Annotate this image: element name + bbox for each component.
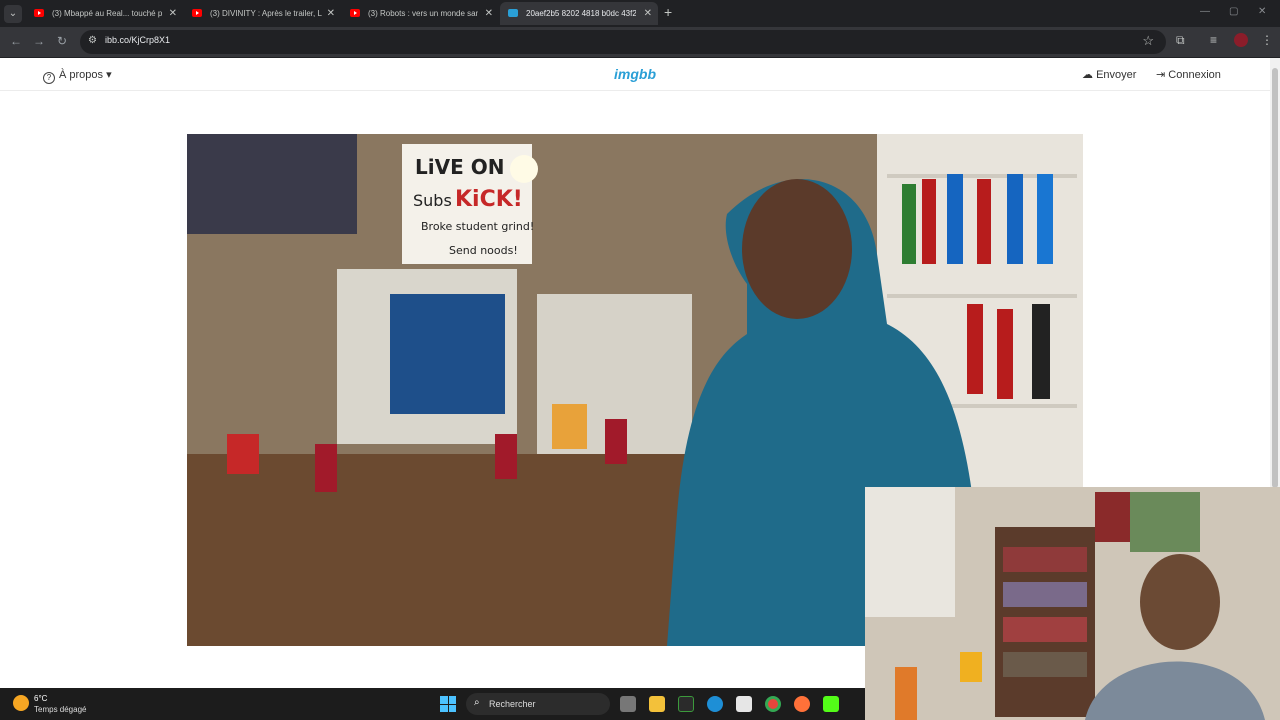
upload-button[interactable]: ☁ Envoyer [1082,68,1136,81]
about-label: À propos [59,69,104,81]
close-tab-icon[interactable]: ✕ [169,2,177,25]
search-icon: ⌕ [474,697,480,708]
window [865,487,955,617]
tab-divinity[interactable]: (3) DIVINITY : Après le trailer, L ✕ [184,2,341,25]
search-placeholder: Rechercher [489,699,536,709]
extensions-icon[interactable]: ⧉ [1176,33,1185,48]
bottle [895,667,917,720]
youtube-icon [34,9,44,17]
maximize-icon[interactable]: ▢ [1229,6,1238,17]
login-label: Connexion [1168,69,1221,81]
forward-icon[interactable]: → [33,34,45,48]
streamer-face [1140,554,1220,650]
youtube-icon [350,9,360,17]
tab-label: 20aef2b5 8202 4818 b0dc 43f2 [526,9,636,18]
taskbar-search[interactable]: ⌕ Rechercher [466,693,610,715]
can [495,434,517,479]
weather-temperature: 6°C [34,694,48,703]
file-explorer-icon[interactable] [649,696,665,712]
webcam-feed [865,487,1280,720]
task-view-icon[interactable] [620,696,636,712]
sign-text-5: Send noods! [449,244,518,257]
cloud-upload-icon: ☁ [1082,69,1093,81]
desk [187,454,707,646]
nvidia-icon[interactable] [678,696,694,712]
about-menu[interactable]: ? À propos ▾ [43,68,112,84]
cup [227,434,259,474]
edge-icon[interactable] [707,696,723,712]
kick-icon[interactable] [823,696,839,712]
close-window-icon[interactable]: ✕ [1258,6,1266,17]
login-button[interactable]: ⇥ Connexion [1156,68,1221,81]
tab-label: (3) DIVINITY : Après le trailer, L [210,9,322,18]
tab-label: (3) Robots : vers un monde san [368,9,478,18]
close-tab-icon[interactable]: ✕ [485,2,493,25]
close-tab-icon[interactable]: ✕ [644,2,652,25]
tab-imgbb[interactable]: 20aef2b5 8202 4818 b0dc 43f2 ✕ [500,2,658,25]
poster [187,134,357,234]
tab-label: (3) Mbappé au Real... touché p [52,9,162,18]
windows-taskbar: 6°C Temps dégagé ⌕ Rechercher [0,688,865,720]
menu-kebab-icon[interactable]: ⋮ [1261,33,1273,47]
browser-toolbar: ← → ↻ ⚙ ibb.co/KjCrp8X1 ☆ ⧉ ≡ ⋮ [0,27,1280,57]
can [605,419,627,464]
imgbb-logo[interactable]: imgbb [614,66,656,82]
crt-screen [390,294,505,414]
sign-text-1: LiVE ON [415,155,504,179]
sign-text-4: Broke student grind! [421,220,534,233]
light-bulb [510,155,538,183]
sign-text-2: Subs [413,191,452,210]
bookmark-star-icon[interactable]: ☆ [1142,33,1154,49]
windows-start-icon[interactable] [440,696,456,712]
webcam-overlay [865,487,1280,720]
weather-description: Temps dégagé [34,705,87,714]
chrome-icon[interactable] [765,696,781,712]
site-settings-icon[interactable]: ⚙ [88,35,97,46]
address-bar[interactable]: ⚙ ibb.co/KjCrp8X1 ☆ [80,30,1166,54]
new-tab-icon[interactable]: + [664,4,672,20]
jar [960,652,982,682]
store-icon[interactable] [736,696,752,712]
back-icon[interactable]: ← [10,34,22,48]
tab-robots[interactable]: (3) Robots : vers un monde san ✕ [342,2,499,25]
reload-icon[interactable]: ↻ [57,34,67,48]
firefox-icon[interactable] [794,696,810,712]
media-controls-icon[interactable]: ≡ [1210,33,1217,47]
tab-strip: ⌄ (3) Mbappé au Real... touché p ✕ (3) D… [0,0,1280,27]
cup [552,404,587,449]
scrollbar-thumb[interactable] [1272,68,1278,488]
url-text: ibb.co/KjCrp8X1 [105,35,171,45]
imgbb-favicon-icon [508,9,518,17]
can [315,444,337,492]
upload-label: Envoyer [1096,69,1137,81]
close-tab-icon[interactable]: ✕ [327,2,335,25]
tab-mbappe[interactable]: (3) Mbappé au Real... touché p ✕ [26,2,183,25]
help-circle-icon: ? [43,72,55,84]
youtube-icon [192,9,202,17]
weather-sun-icon[interactable] [13,695,29,711]
poster [1095,492,1130,542]
site-header: ? À propos ▾ imgbb ☁ Envoyer ⇥ Connexion [0,58,1270,91]
zelda-poster [1130,492,1200,552]
sign-in-icon: ⇥ [1156,69,1166,81]
tab-search-button[interactable]: ⌄ [4,5,22,23]
profile-avatar[interactable] [1234,33,1248,47]
minimize-icon[interactable]: — [1200,6,1210,17]
sign-text-3: KiCK! [455,187,523,212]
